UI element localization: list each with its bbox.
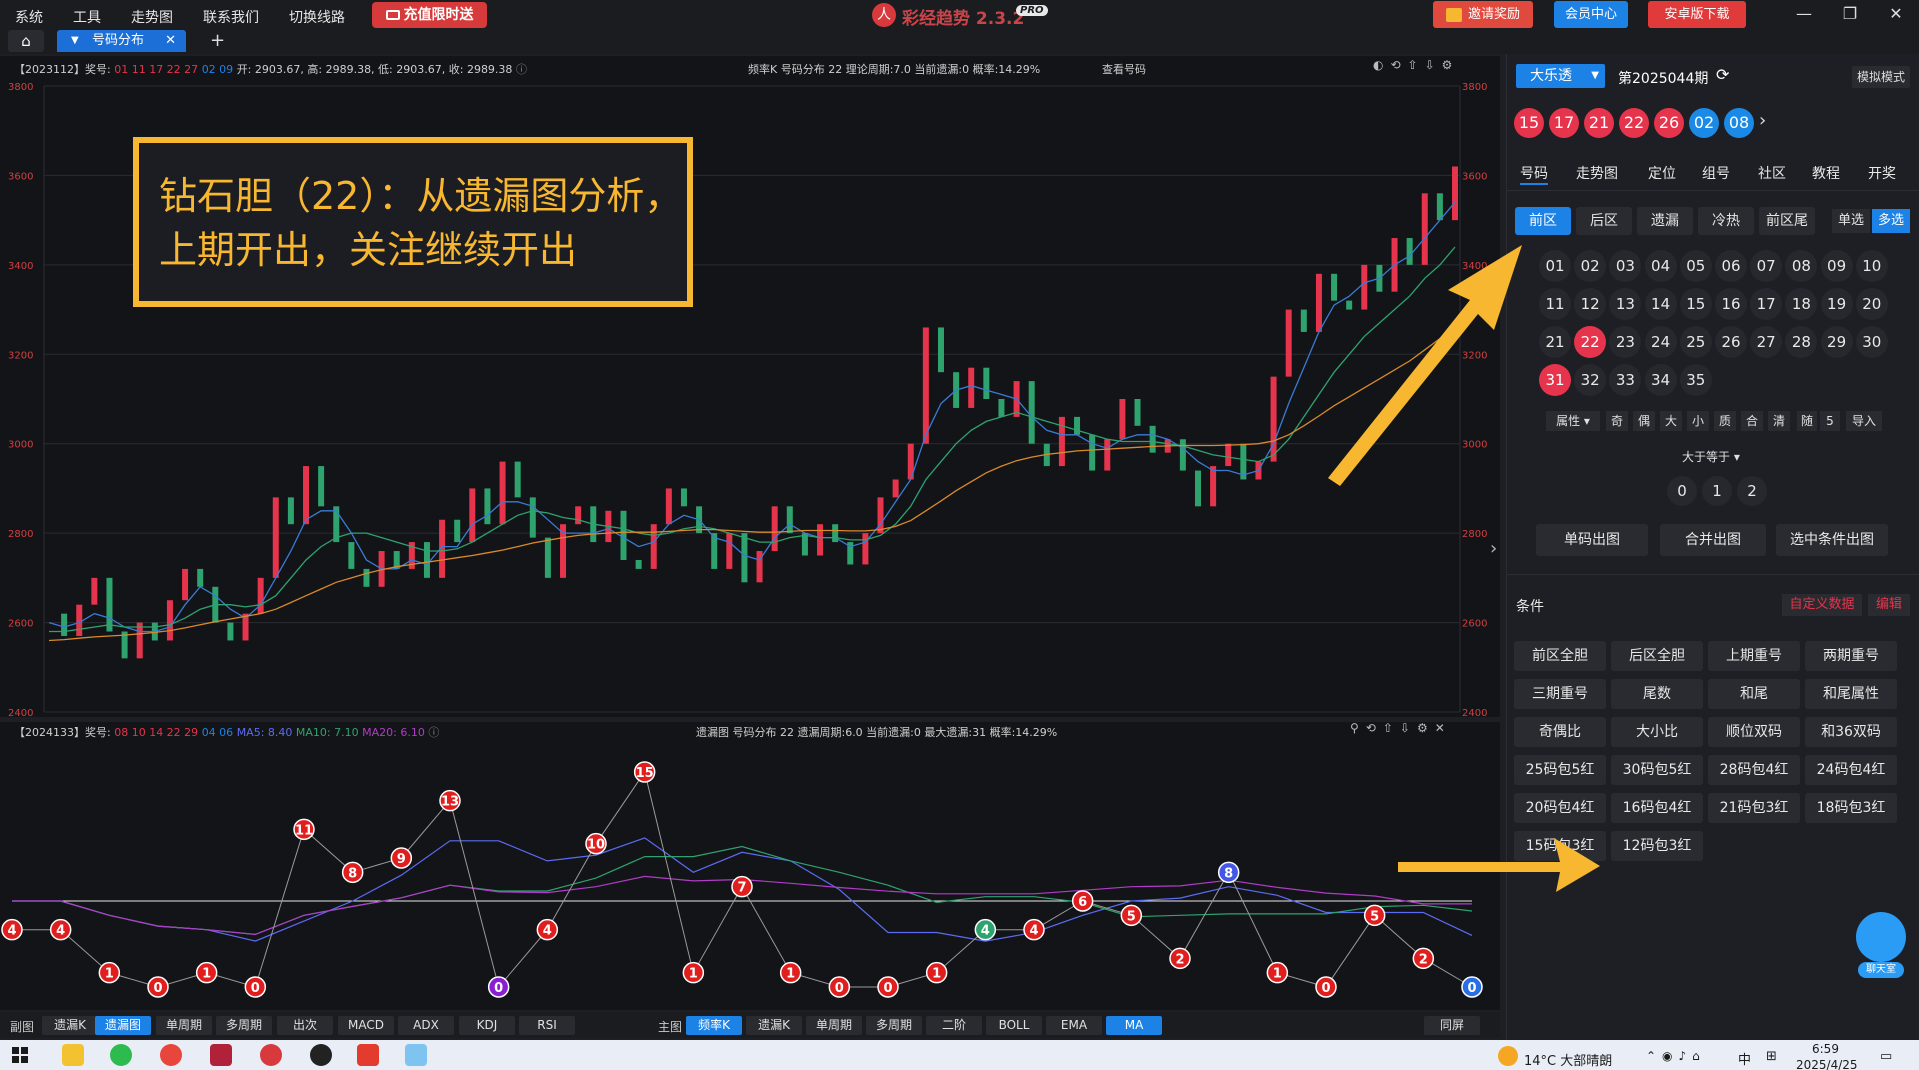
- file-explorer-icon[interactable]: [62, 1044, 84, 1066]
- annotation-arrows: [1328, 245, 1600, 892]
- input-mode-icon[interactable]: ⊞: [1766, 1049, 1777, 1064]
- wechat-icon[interactable]: [110, 1044, 132, 1066]
- tray-icons[interactable]: ⌃◉♪⌂: [1646, 1049, 1706, 1063]
- wps-office-icon[interactable]: [357, 1044, 379, 1066]
- weather-text: 14°C 大部晴朗: [1524, 1054, 1613, 1069]
- notification-icon[interactable]: ▭: [1880, 1049, 1892, 1064]
- clock-date[interactable]: 2025/4/25: [1796, 1058, 1858, 1070]
- clock-time[interactable]: 6:59: [1812, 1042, 1839, 1056]
- arrow-left: [1398, 838, 1600, 892]
- ime-indicator[interactable]: 中: [1738, 1049, 1751, 1068]
- lottery-app-icon[interactable]: [260, 1044, 282, 1066]
- qq-icon[interactable]: [310, 1044, 332, 1066]
- chrome-icon[interactable]: [160, 1044, 182, 1066]
- windows-start-icon[interactable]: [12, 1047, 28, 1063]
- wps-icon[interactable]: [210, 1044, 232, 1066]
- weather-icon: [1498, 1046, 1518, 1066]
- notepad-icon[interactable]: [405, 1044, 427, 1066]
- taskbar: [0, 1040, 1919, 1070]
- arrow-up-right: [1328, 245, 1522, 486]
